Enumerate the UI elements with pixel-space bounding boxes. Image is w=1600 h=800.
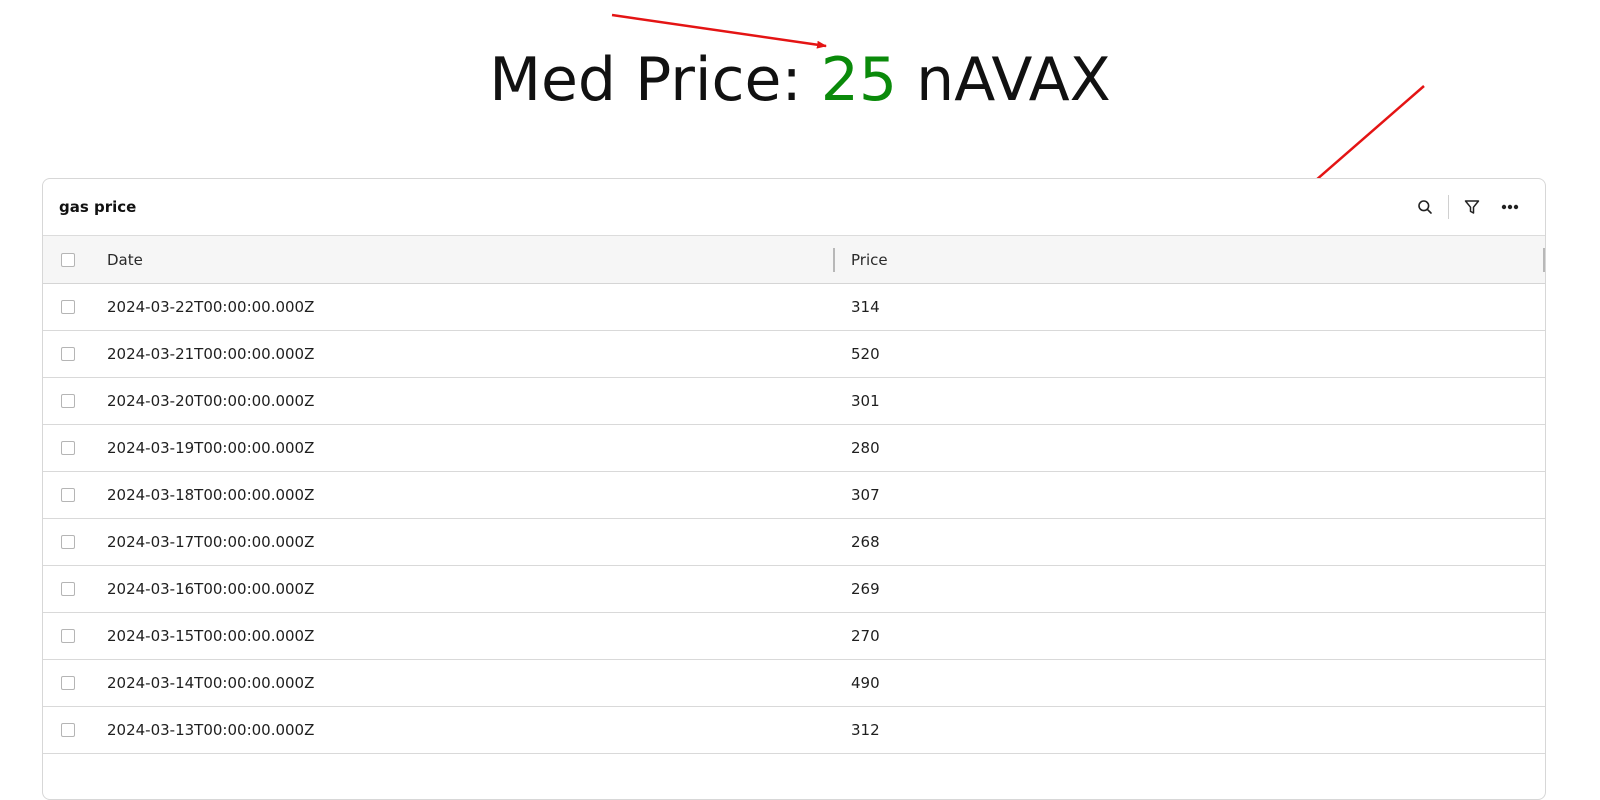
- date-cell: 2024-03-19T00:00:00.000Z: [107, 439, 315, 457]
- row-select-cell: [43, 535, 107, 549]
- row-checkbox[interactable]: [61, 535, 75, 549]
- table-row: 2024-03-20T00:00:00.000Z 301: [43, 378, 1545, 425]
- price-cell: 314: [851, 298, 880, 316]
- table-row: 2024-03-22T00:00:00.000Z 314: [43, 284, 1545, 331]
- row-select-cell: [43, 629, 107, 643]
- column-header-price[interactable]: Price: [835, 236, 1545, 283]
- row-checkbox[interactable]: [61, 723, 75, 737]
- select-all-cell: [43, 252, 107, 267]
- median-price-label: Med Price:: [489, 45, 802, 115]
- table-row: 2024-03-15T00:00:00.000Z 270: [43, 613, 1545, 660]
- column-resize-handle-price[interactable]: [1543, 248, 1545, 272]
- column-resize-handle-date[interactable]: [833, 248, 835, 272]
- row-checkbox[interactable]: [61, 394, 75, 408]
- row-select-cell: [43, 394, 107, 408]
- table-row: 2024-03-21T00:00:00.000Z 520: [43, 331, 1545, 378]
- more-options-button[interactable]: [1491, 188, 1529, 226]
- price-cell: 490: [851, 674, 880, 692]
- row-checkbox[interactable]: [61, 582, 75, 596]
- date-cell: 2024-03-21T00:00:00.000Z: [107, 345, 315, 363]
- row-select-cell: [43, 347, 107, 361]
- search-icon: [1418, 200, 1432, 214]
- date-cell: 2024-03-13T00:00:00.000Z: [107, 721, 315, 739]
- panel-header: gas price: [43, 179, 1545, 236]
- column-header-price-label: Price: [851, 250, 888, 269]
- median-price-unit: nAVAX: [916, 45, 1111, 115]
- price-cell: 307: [851, 486, 880, 504]
- row-checkbox[interactable]: [61, 629, 75, 643]
- price-cell: 269: [851, 580, 880, 598]
- date-cell: 2024-03-14T00:00:00.000Z: [107, 674, 315, 692]
- date-cell: 2024-03-18T00:00:00.000Z: [107, 486, 315, 504]
- column-header-date[interactable]: Date: [107, 236, 835, 283]
- search-button[interactable]: [1406, 188, 1444, 226]
- price-cell: 301: [851, 392, 880, 410]
- date-cell: 2024-03-15T00:00:00.000Z: [107, 627, 315, 645]
- toolbar-divider: [1448, 195, 1449, 219]
- date-cell: 2024-03-16T00:00:00.000Z: [107, 580, 315, 598]
- table-row: 2024-03-13T00:00:00.000Z 312: [43, 707, 1545, 754]
- price-cell: 268: [851, 533, 880, 551]
- table-row: 2024-03-19T00:00:00.000Z 280: [43, 425, 1545, 472]
- row-checkbox[interactable]: [61, 441, 75, 455]
- table-row: 2024-03-17T00:00:00.000Z 268: [43, 519, 1545, 566]
- select-all-checkbox[interactable]: [61, 252, 75, 267]
- table-row: 2024-03-14T00:00:00.000Z 490: [43, 660, 1545, 707]
- table-row: 2024-03-18T00:00:00.000Z 307: [43, 472, 1545, 519]
- price-cell: 520: [851, 345, 880, 363]
- more-horizontal-icon: [1501, 204, 1519, 210]
- row-select-cell: [43, 676, 107, 690]
- row-checkbox[interactable]: [61, 676, 75, 690]
- filter-icon: [1464, 200, 1480, 214]
- row-select-cell: [43, 723, 107, 737]
- table-header-row: Date Price: [43, 236, 1545, 284]
- median-price-value: 25: [820, 45, 898, 115]
- gas-price-panel: gas price Date Price 2024-03-22T00:00:00…: [42, 178, 1546, 800]
- panel-toolbar: [1406, 179, 1529, 235]
- price-cell: 312: [851, 721, 880, 739]
- panel-title: gas price: [59, 198, 137, 216]
- row-checkbox[interactable]: [61, 347, 75, 361]
- row-checkbox[interactable]: [61, 488, 75, 502]
- row-select-cell: [43, 300, 107, 314]
- date-cell: 2024-03-22T00:00:00.000Z: [107, 298, 315, 316]
- price-cell: 280: [851, 439, 880, 457]
- price-cell: 270: [851, 627, 880, 645]
- median-price-heading: Med Price: 25 nAVAX: [0, 40, 1600, 120]
- row-select-cell: [43, 441, 107, 455]
- column-header-date-label: Date: [107, 250, 143, 269]
- row-select-cell: [43, 488, 107, 502]
- row-checkbox[interactable]: [61, 300, 75, 314]
- date-cell: 2024-03-17T00:00:00.000Z: [107, 533, 315, 551]
- row-select-cell: [43, 582, 107, 596]
- filter-button[interactable]: [1453, 188, 1491, 226]
- table-row: 2024-03-16T00:00:00.000Z 269: [43, 566, 1545, 613]
- date-cell: 2024-03-20T00:00:00.000Z: [107, 392, 315, 410]
